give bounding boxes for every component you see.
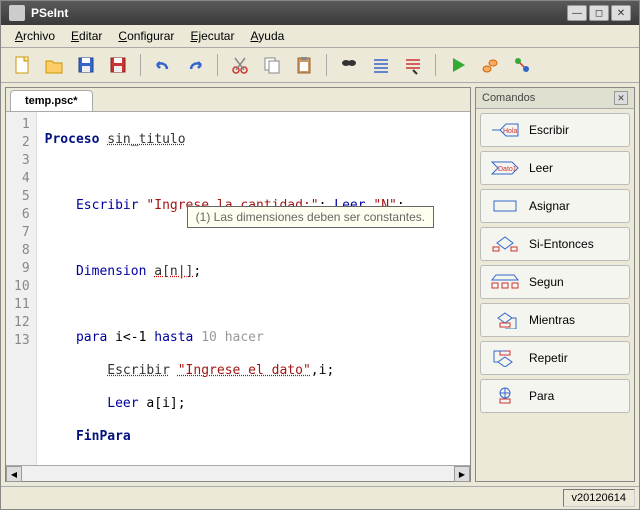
indent-icon[interactable] (368, 52, 394, 78)
cut-icon[interactable] (227, 52, 253, 78)
cmd-label: Leer (529, 161, 553, 175)
escribir-icon: Hola ! (489, 120, 521, 140)
menubar: Archivo Editar Configurar Ejecutar Ayuda (1, 25, 639, 48)
find-icon[interactable] (336, 52, 362, 78)
step-icon[interactable] (477, 52, 503, 78)
si-icon (489, 234, 521, 254)
menu-label: ditar (79, 29, 102, 43)
paste-icon[interactable] (291, 52, 317, 78)
repetir-icon (489, 348, 521, 368)
toolbar-separator (435, 54, 436, 76)
para-icon (489, 386, 521, 406)
cmd-para[interactable]: Para (480, 379, 630, 413)
undo-icon[interactable] (150, 52, 176, 78)
cmd-label: Asignar (529, 199, 570, 213)
toolbar (1, 48, 639, 83)
editor-pane: temp.psc* 12345678910111213 Proceso sin_… (5, 87, 471, 482)
scroll-right-icon[interactable]: ▶ (454, 466, 470, 482)
error-tooltip: (1) Las dimensiones deben ser constantes… (187, 206, 434, 228)
menu-ayuda[interactable]: Ayuda (244, 27, 290, 45)
run-icon[interactable] (445, 52, 471, 78)
toolbar-separator (140, 54, 141, 76)
toolbar-separator (217, 54, 218, 76)
cmd-label: Para (529, 389, 554, 403)
menu-label: rchivo (23, 29, 55, 43)
svg-text:Hola !: Hola ! (503, 128, 520, 135)
asignar-icon (489, 196, 521, 216)
panel-close-icon[interactable]: ✕ (614, 91, 628, 105)
redo-icon[interactable] (182, 52, 208, 78)
mientras-icon (489, 310, 521, 330)
svg-text:Dato1: Dato1 (498, 166, 517, 173)
panel-title: Comandos (482, 92, 535, 104)
cmd-label: Escribir (529, 123, 569, 137)
cmd-label: Repetir (529, 351, 568, 365)
menu-label: yuda (258, 29, 284, 43)
cmd-leer[interactable]: Dato1 Leer (480, 151, 630, 185)
cmd-repetir[interactable]: Repetir (480, 341, 630, 375)
version-label: v20120614 (563, 489, 635, 507)
cmd-label: Mientras (529, 313, 575, 327)
code-editor[interactable]: Proceso sin_titulo Escribir "Ingrese la … (37, 112, 470, 465)
help-icon[interactable] (400, 52, 426, 78)
menu-archivo[interactable]: Archivo (9, 27, 61, 45)
save-as-icon[interactable] (105, 52, 131, 78)
menu-editar[interactable]: Editar (65, 27, 108, 45)
tabbar: temp.psc* (6, 88, 470, 112)
cmd-segun[interactable]: Segun (480, 265, 630, 299)
scroll-left-icon[interactable]: ◀ (6, 466, 22, 482)
cmd-mientras[interactable]: Mientras (480, 303, 630, 337)
app-icon (9, 5, 25, 21)
cmd-escribir[interactable]: Hola ! Escribir (480, 113, 630, 147)
cmd-si-entonces[interactable]: Si-Entonces (480, 227, 630, 261)
file-tab[interactable]: temp.psc* (10, 90, 93, 111)
menu-label: onfigurar (127, 29, 174, 43)
toolbar-separator (326, 54, 327, 76)
horizontal-scrollbar[interactable]: ◀ ▶ (6, 465, 470, 481)
cmd-label: Si-Entonces (529, 237, 594, 251)
cmd-label: Segun (529, 275, 564, 289)
close-button[interactable]: ✕ (611, 5, 631, 21)
menu-configurar[interactable]: Configurar (112, 27, 180, 45)
menu-ejecutar[interactable]: Ejecutar (184, 27, 240, 45)
new-file-icon[interactable] (9, 52, 35, 78)
menu-label: ecutar (201, 29, 234, 43)
copy-icon[interactable] (259, 52, 285, 78)
minimize-button[interactable]: — (567, 5, 587, 21)
open-file-icon[interactable] (41, 52, 67, 78)
commands-panel: Comandos ✕ Hola ! Escribir Dato1 Leer Asig… (475, 87, 635, 482)
app-title: PSeInt (31, 6, 68, 20)
leer-icon: Dato1 (489, 158, 521, 178)
cmd-asignar[interactable]: Asignar (480, 189, 630, 223)
titlebar: PSeInt — ◻ ✕ (1, 1, 639, 25)
save-icon[interactable] (73, 52, 99, 78)
segun-icon (489, 272, 521, 292)
line-gutter: 12345678910111213 (6, 112, 37, 465)
statusbar: v20120614 (1, 486, 639, 509)
flowchart-icon[interactable] (509, 52, 535, 78)
maximize-button[interactable]: ◻ (589, 5, 609, 21)
